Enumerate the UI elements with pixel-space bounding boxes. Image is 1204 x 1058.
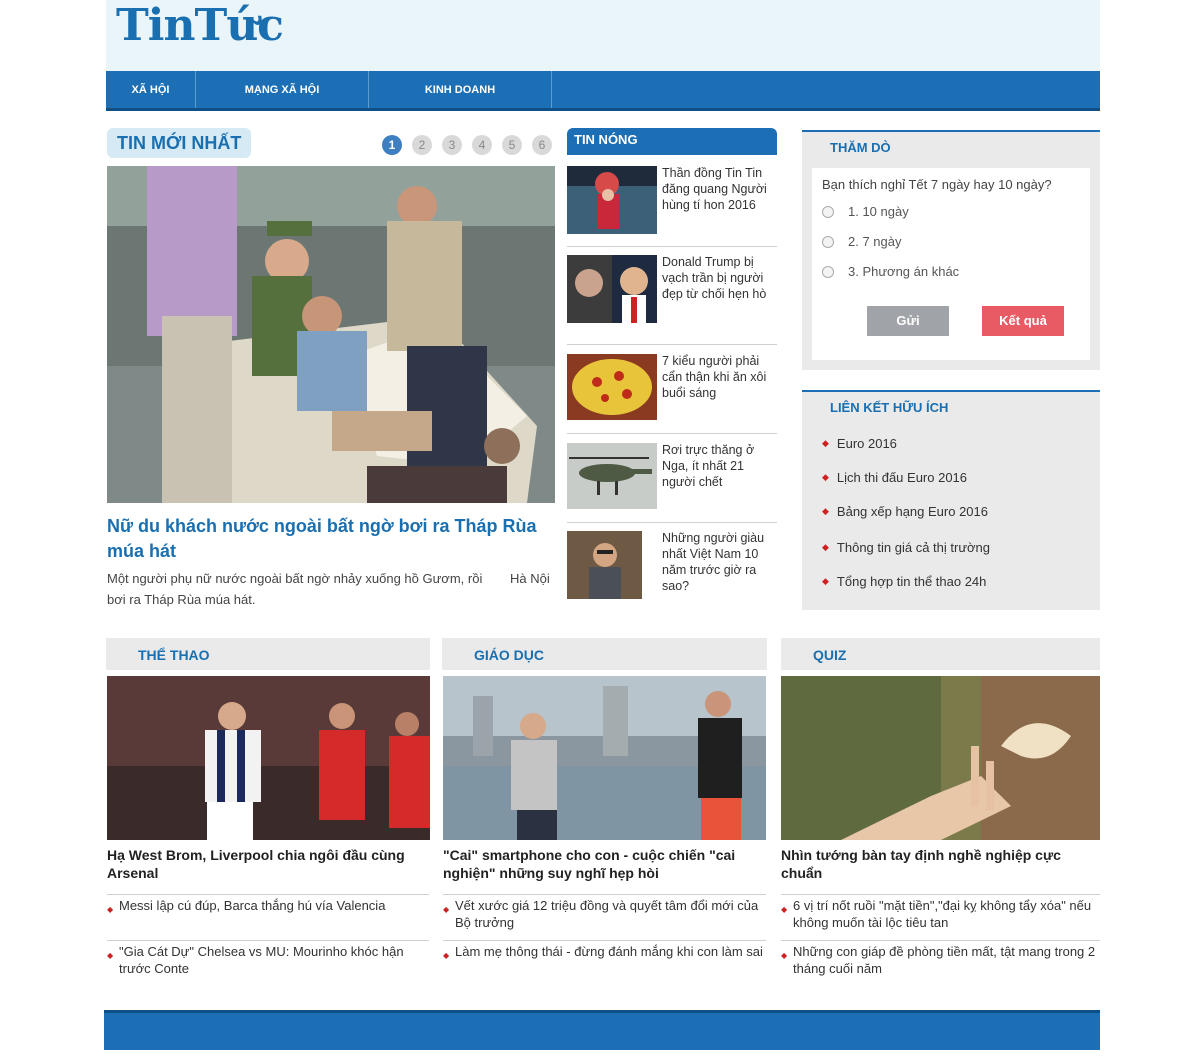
- hot-news-item[interactable]: Rơi trực thăng ở Nga, ít nhất 21 người c…: [567, 443, 777, 523]
- useful-link-label[interactable]: Euro 2016: [837, 436, 897, 451]
- hot-news-thumbnail[interactable]: [567, 166, 657, 234]
- category-link-label[interactable]: Làm mẹ thông thái - đừng đánh mắng khi c…: [455, 944, 763, 959]
- site-header: TinTức: [106, 0, 1100, 71]
- useful-links-panel: LIÊN KẾT HỮU ÍCH ◆ Euro 2016 ◆ Lịch thi đấ…: [802, 390, 1100, 610]
- useful-link[interactable]: ◆ Lịch thi đấu Euro 2016: [822, 470, 967, 485]
- useful-link-label[interactable]: Bảng xếp hạng Euro 2016: [837, 504, 988, 519]
- latest-pager: 1 2 3 4 5 6: [382, 135, 552, 155]
- poll-panel: THĂM DÒ Bạn thích nghỉ Tết 7 ngày hay 10…: [802, 130, 1100, 370]
- category-link-label[interactable]: Vết xước giá 12 triệu đồng và quyết tâm …: [455, 898, 758, 930]
- category-link[interactable]: ◆ Vết xước giá 12 triệu đồng và quyết tâm…: [443, 894, 766, 931]
- bullet-icon: ◆: [822, 506, 829, 516]
- hot-news-thumbnail[interactable]: [567, 443, 657, 509]
- category-image-quiz[interactable]: [781, 676, 1100, 840]
- category-image-education[interactable]: [443, 676, 766, 840]
- hot-news-item[interactable]: 7 kiểu người phải cẩn thận khi ăn xôi bu…: [567, 354, 777, 434]
- nav-item-xa-hoi[interactable]: XÃ HỘI: [106, 71, 196, 108]
- nav-item-kinh-doanh[interactable]: KINH DOANH: [369, 71, 552, 108]
- page-6-button[interactable]: 6: [532, 135, 552, 155]
- nav-item-mang-xa-hoi[interactable]: MẠNG XÃ HỘI: [196, 71, 369, 108]
- category-image-sports[interactable]: [107, 676, 430, 840]
- hot-news-thumbnail[interactable]: [567, 531, 642, 599]
- poll-box: Bạn thích nghỉ Tết 7 ngày hay 10 ngày? 1…: [812, 168, 1090, 360]
- useful-link[interactable]: ◆ Bảng xếp hạng Euro 2016: [822, 504, 988, 519]
- poll-option[interactable]: 2. 7 ngày: [822, 234, 902, 249]
- page-5-button[interactable]: 5: [502, 135, 522, 155]
- category-link[interactable]: ◆ "Gia Cát Dự" Chelsea vs MU: Mourinho kh…: [107, 940, 429, 977]
- category-header-quiz[interactable]: QUIZ: [781, 638, 1100, 670]
- useful-link[interactable]: ◆ Euro 2016: [822, 436, 897, 451]
- category-link[interactable]: ◆ 6 vị trí nốt ruồi "mặt tiền","đại kỵ kh…: [781, 894, 1100, 931]
- radio-button[interactable]: [822, 265, 834, 278]
- latest-news-title: TIN MỚI NHẤT: [107, 128, 251, 158]
- bullet-icon: ◆: [822, 576, 829, 586]
- hot-news-text[interactable]: Thần đồng Tin Tin đăng quang Người hùng …: [662, 165, 777, 213]
- radio-button[interactable]: [822, 235, 834, 248]
- category-link-label[interactable]: Những con giáp đề phòng tiền mất, tật ma…: [793, 944, 1095, 976]
- bullet-icon: ◆: [822, 472, 829, 482]
- bullet-icon: ◆: [107, 905, 114, 914]
- main-news-location: Hà Nội: [510, 571, 550, 586]
- bullet-icon: ◆: [822, 542, 829, 552]
- poll-option[interactable]: 3. Phương án khác: [822, 264, 959, 279]
- bullet-icon: ◆: [822, 438, 829, 448]
- site-footer: [104, 1010, 1100, 1050]
- page-1-button[interactable]: 1: [382, 135, 402, 155]
- category-link-label[interactable]: Messi lập cú đúp, Barca thắng hú vía Val…: [119, 898, 385, 913]
- hot-news-text[interactable]: Donald Trump bị vạch trần bị người đẹp t…: [662, 254, 777, 302]
- hot-news-item[interactable]: Donald Trump bị vạch trần bị người đẹp t…: [567, 255, 777, 345]
- category-link-label[interactable]: 6 vị trí nốt ruồi "mặt tiền","đại kỵ khô…: [793, 898, 1091, 930]
- poll-results-button[interactable]: Kết quả: [982, 306, 1064, 336]
- category-title[interactable]: QUIZ: [813, 647, 846, 663]
- hot-news-text[interactable]: 7 kiểu người phải cẩn thận khi ăn xôi bu…: [662, 353, 777, 401]
- bullet-icon: ◆: [443, 951, 450, 960]
- page-3-button[interactable]: 3: [442, 135, 462, 155]
- category-headline[interactable]: Hạ West Brom, Liverpool chia ngôi đầu cù…: [107, 846, 422, 882]
- main-news-image[interactable]: [107, 166, 555, 503]
- main-nav: XÃ HỘI MẠNG XÃ HỘI KINH DOANH: [106, 71, 1100, 111]
- hot-news-text[interactable]: Rơi trực thăng ở Nga, ít nhất 21 người c…: [662, 442, 777, 490]
- hot-news-title: TIN NÓNG: [567, 128, 777, 155]
- useful-link-label[interactable]: Tổng hợp tin thể thao 24h: [837, 574, 986, 589]
- category-header-sports[interactable]: THỂ THAO: [106, 638, 430, 670]
- category-headline[interactable]: Nhìn tướng bàn tay định nghề nghiệp cực …: [781, 846, 1100, 882]
- poll-option-label: 3. Phương án khác: [848, 264, 960, 279]
- category-title[interactable]: THỂ THAO: [138, 647, 210, 663]
- hot-news-item[interactable]: Thần đồng Tin Tin đăng quang Người hùng …: [567, 166, 777, 247]
- bullet-icon: ◆: [781, 951, 788, 960]
- radio-button[interactable]: [822, 205, 834, 218]
- category-header-education[interactable]: GIÁO DỤC: [442, 638, 767, 670]
- hot-news-item[interactable]: Những người giàu nhất Việt Nam 10 năm tr…: [567, 531, 777, 599]
- hot-news-thumbnail[interactable]: [567, 255, 657, 323]
- hot-news-thumbnail[interactable]: [567, 354, 657, 420]
- useful-link-label[interactable]: Lịch thi đấu Euro 2016: [837, 470, 967, 485]
- poll-question: Bạn thích nghỉ Tết 7 ngày hay 10 ngày?: [822, 177, 1052, 192]
- page-4-button[interactable]: 4: [472, 135, 492, 155]
- poll-option-label: 1. 10 ngày: [848, 204, 909, 219]
- hot-news-text[interactable]: Những người giàu nhất Việt Nam 10 năm tr…: [662, 530, 777, 594]
- useful-link[interactable]: ◆ Tổng hợp tin thể thao 24h: [822, 574, 986, 589]
- category-link[interactable]: ◆ Làm mẹ thông thái - đừng đánh mắng khi …: [443, 940, 766, 960]
- category-link[interactable]: ◆ Messi lập cú đúp, Barca thắng hú vía Va…: [107, 894, 429, 914]
- page-2-button[interactable]: 2: [412, 135, 432, 155]
- category-headline[interactable]: "Cai" smartphone cho con - cuộc chiến "c…: [443, 846, 763, 882]
- poll-option[interactable]: 1. 10 ngày: [822, 204, 909, 219]
- useful-link[interactable]: ◆ Thông tin giá cả thị trường: [822, 540, 990, 555]
- bullet-icon: ◆: [107, 951, 114, 960]
- poll-title: THĂM DÒ: [830, 140, 891, 155]
- main-news-headline[interactable]: Nữ du khách nước ngoài bất ngờ bơi ra Th…: [107, 514, 555, 564]
- poll-submit-button[interactable]: Gửi: [867, 306, 949, 336]
- page: TinTức XÃ HỘI MẠNG XÃ HỘI KINH DOANH TIN…: [104, 0, 1100, 1050]
- bullet-icon: ◆: [443, 905, 450, 914]
- category-link[interactable]: ◆ Những con giáp đề phòng tiền mất, tật m…: [781, 940, 1100, 977]
- site-logo[interactable]: TinTức: [116, 0, 284, 51]
- category-title[interactable]: GIÁO DỤC: [474, 647, 544, 663]
- main-news-summary: Một người phụ nữ nước ngoài bất ngờ nhảy…: [107, 571, 483, 607]
- poll-option-label: 2. 7 ngày: [848, 234, 902, 249]
- useful-link-label[interactable]: Thông tin giá cả thị trường: [837, 540, 990, 555]
- useful-links-title: LIÊN KẾT HỮU ÍCH: [830, 400, 949, 415]
- category-link-label[interactable]: "Gia Cát Dự" Chelsea vs MU: Mourinho khó…: [119, 944, 404, 976]
- bullet-icon: ◆: [781, 905, 788, 914]
